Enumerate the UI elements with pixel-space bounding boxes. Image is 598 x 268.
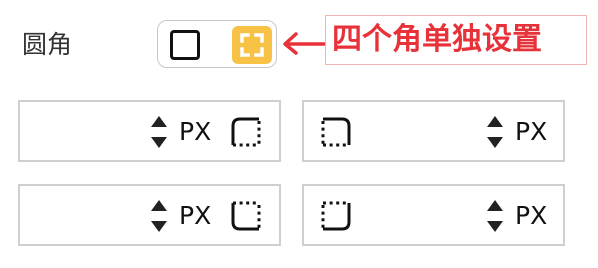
square-icon (170, 30, 200, 60)
corners-expand-icon (240, 33, 264, 57)
increment-arrow-icon[interactable] (487, 200, 503, 211)
corner-top-left-unit: PX (179, 117, 212, 146)
decrement-arrow-icon[interactable] (151, 137, 167, 148)
increment-arrow-icon[interactable] (151, 116, 167, 127)
corner-bottom-right-icon (321, 201, 351, 231)
corner-bottom-right-field[interactable]: PX (302, 184, 565, 246)
increment-arrow-icon[interactable] (151, 200, 167, 211)
decrement-arrow-icon[interactable] (487, 137, 503, 148)
corner-top-left-field[interactable]: PX (18, 100, 281, 162)
corner-bottom-left-stepper[interactable] (151, 200, 167, 232)
corner-bottom-right-unit: PX (515, 201, 548, 230)
increment-arrow-icon[interactable] (487, 116, 503, 127)
corner-top-right-icon (321, 117, 351, 147)
corner-bottom-left-icon (231, 201, 261, 231)
annotation-text: 四个角单独设置 (332, 22, 542, 57)
corner-top-right-field[interactable]: PX (302, 100, 565, 162)
border-radius-label: 圆角 (22, 30, 73, 59)
corner-top-left-stepper[interactable] (151, 116, 167, 148)
corner-top-right-unit: PX (515, 117, 548, 146)
annotation-arrow-icon (283, 32, 328, 55)
individual-corners-button[interactable] (232, 26, 272, 64)
corner-bottom-right-stepper[interactable] (487, 200, 503, 232)
uniform-radius-button[interactable] (166, 26, 204, 64)
decrement-arrow-icon[interactable] (151, 221, 167, 232)
decrement-arrow-icon[interactable] (487, 221, 503, 232)
corner-top-left-icon (231, 117, 261, 147)
corner-top-right-stepper[interactable] (487, 116, 503, 148)
corner-bottom-left-unit: PX (179, 201, 212, 230)
radius-mode-toggle (157, 20, 277, 68)
corner-bottom-left-field[interactable]: PX (18, 184, 281, 246)
